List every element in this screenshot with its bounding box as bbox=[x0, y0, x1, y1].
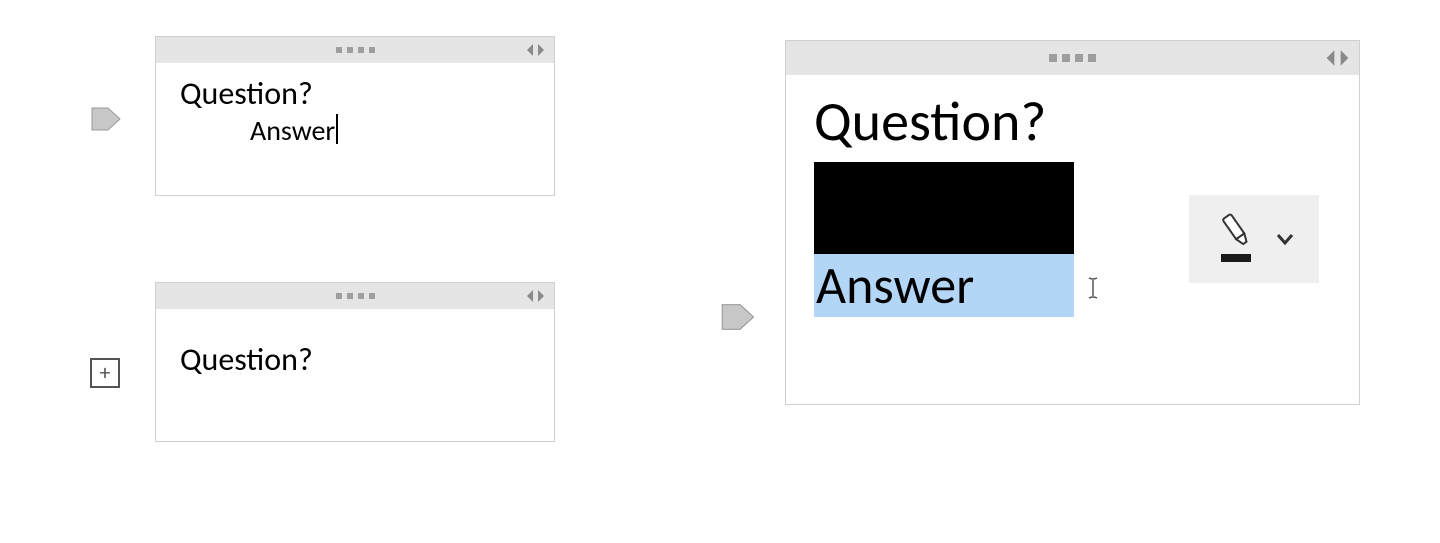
panel-header[interactable] bbox=[156, 283, 554, 309]
drag-handle-icon[interactable] bbox=[336, 293, 375, 299]
nav-right-icon[interactable] bbox=[1338, 49, 1351, 67]
answer-highlight[interactable]: Answer bbox=[814, 254, 1074, 316]
nav-left-icon[interactable] bbox=[1324, 49, 1337, 67]
outline-panel-top: Question? Answer bbox=[155, 36, 555, 196]
nav-arrows bbox=[1324, 49, 1351, 67]
drag-handle-icon[interactable] bbox=[1049, 54, 1096, 62]
chevron-down-icon[interactable] bbox=[1273, 227, 1297, 251]
drag-handle-icon[interactable] bbox=[336, 47, 375, 53]
nav-right-icon[interactable] bbox=[536, 43, 546, 57]
panel-body[interactable]: Question? Answer bbox=[786, 75, 1359, 337]
pointer-tag-icon bbox=[90, 104, 124, 139]
answer-text-value: Answer bbox=[250, 113, 335, 148]
question-text[interactable]: Question? bbox=[180, 341, 530, 379]
pointer-tag-icon bbox=[720, 300, 758, 339]
nav-left-icon[interactable] bbox=[525, 289, 535, 303]
panel-header[interactable] bbox=[786, 41, 1359, 75]
highlighter-tool[interactable] bbox=[1189, 195, 1319, 283]
nav-arrows bbox=[525, 289, 546, 303]
expand-icon[interactable]: + bbox=[90, 358, 120, 388]
highlighter-icon bbox=[1211, 212, 1261, 266]
panel-body[interactable]: Question? Answer bbox=[156, 63, 554, 168]
nav-right-icon[interactable] bbox=[536, 289, 546, 303]
nav-arrows bbox=[525, 43, 546, 57]
nav-left-icon[interactable] bbox=[525, 43, 535, 57]
panel-body[interactable]: Question? bbox=[156, 309, 554, 399]
plus-glyph: + bbox=[100, 362, 111, 384]
occluder-block[interactable] bbox=[814, 162, 1074, 254]
answer-text[interactable]: Answer bbox=[180, 113, 530, 148]
detail-panel: Question? Answer bbox=[785, 40, 1360, 405]
outline-panel-bottom: Question? bbox=[155, 282, 555, 442]
text-caret-icon bbox=[336, 114, 338, 144]
panel-header[interactable] bbox=[156, 37, 554, 63]
question-text[interactable]: Question? bbox=[814, 89, 1331, 156]
question-text[interactable]: Question? bbox=[180, 75, 530, 113]
ibeam-cursor-icon bbox=[1086, 276, 1100, 307]
